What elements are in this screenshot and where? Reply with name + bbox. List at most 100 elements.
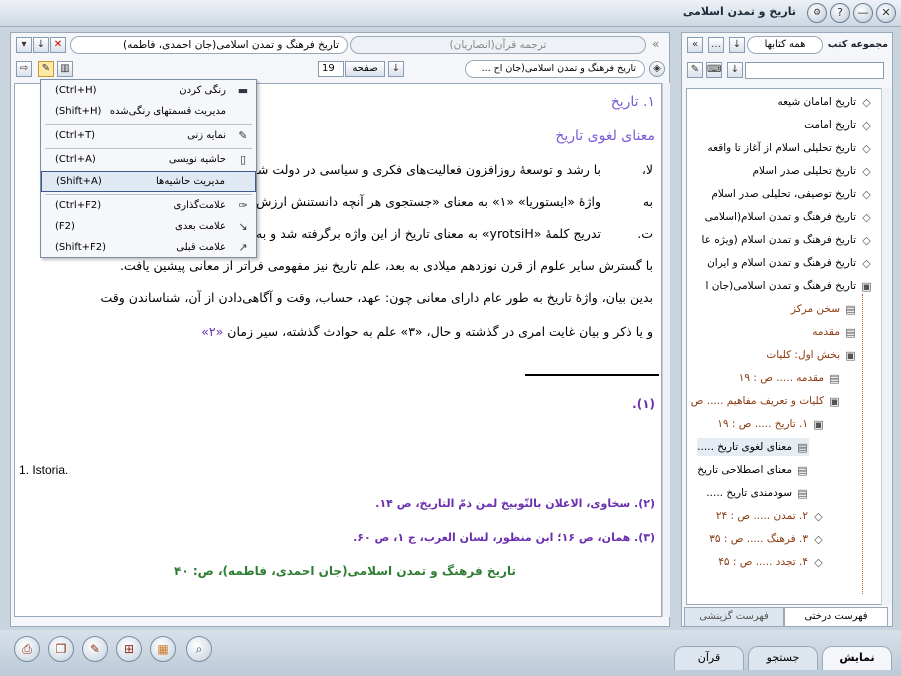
layout-icon[interactable]: ▥ <box>57 61 73 77</box>
menu-down-icon[interactable]: ▾ <box>16 37 32 53</box>
tree-item-selected[interactable]: ▤معنای لغوی تاریخ ..... <box>697 438 809 456</box>
book-icon: ◇ <box>862 141 871 155</box>
tree-item[interactable]: ◇تاریخ تحلیلی صدر اسلام <box>753 162 873 180</box>
menu-item-next-bookmark[interactable]: ↘ علامت بعدی (F2) <box>41 217 256 238</box>
heading-history: ۱. تاریخ <box>610 94 655 110</box>
help-icon[interactable]: ? <box>830 3 850 23</box>
settings-icon[interactable]: ⚙ <box>807 3 827 23</box>
footnote-3: (۳). همان، ص ۱۶؛ ابن منظور، لسان العرب، … <box>353 531 655 544</box>
tree-item[interactable]: ◇تاریخ امامت <box>804 116 873 134</box>
footnote-ref-2[interactable]: «۲» <box>201 324 223 339</box>
tree-item[interactable]: ◇تاریخ فرهنگ و تمدن اسلام(اسلامی <box>705 208 873 226</box>
menu-separator <box>45 194 252 195</box>
tree-item[interactable]: ◇تاریخ تحلیلی اسلام از آغاز تا واقعه <box>708 139 873 157</box>
annotation-context-menu: ▬ رنگی کردن (Ctrl+H) مدیریت قسمتهای رنگی… <box>40 79 257 258</box>
menu-item-bookmark[interactable]: ✑ علامت‌گذاری (Ctrl+F2) <box>41 196 256 217</box>
footnote-divider <box>525 374 659 376</box>
tree-item[interactable]: ▤معنای اصطلاحی تاریخ <box>697 461 809 479</box>
tree-item[interactable]: ◇تاریخ توصیفی، تحلیلی صدر اسلام <box>711 185 873 203</box>
window-title: تاریخ و تمدن اسلامی <box>682 5 796 18</box>
close-tab-icon[interactable]: ✕ <box>50 37 66 53</box>
tree-item[interactable]: ▤مقدمه ..... ص : ۱۹ <box>739 369 841 387</box>
tab-quran-translation[interactable]: ترجمه قرآن(انصاریان) <box>350 36 646 54</box>
tree-item[interactable]: ◇تاریخ فرهنگ و تمدن اسلام (ویژه عا <box>702 231 873 249</box>
keyboard-icon[interactable]: ⌨ <box>706 62 722 78</box>
arrow-right-icon[interactable]: ⇨ <box>16 61 32 77</box>
heading-lexical-meaning: معنای لغوی تاریخ <box>555 128 655 144</box>
tree-item[interactable]: ▤سودمندی تاریخ ..... <box>706 484 809 502</box>
book-icon: ◇ <box>862 95 871 109</box>
footnote-2: (۲). سخاوی، الاعلان بالتّوبیخ لمن ذمّ ال… <box>375 497 655 510</box>
down-icon[interactable]: ↓ <box>729 37 745 53</box>
edit-icon[interactable]: ✎ <box>82 636 108 662</box>
split-view-icon[interactable]: ▦ <box>150 636 176 662</box>
search-icon[interactable]: ⌕ <box>186 636 212 662</box>
tools-icon[interactable]: ✎ <box>38 61 54 77</box>
open-book-icon: ▣ <box>861 279 872 293</box>
text-line-6: و یا ذکر و بیان غایت امری در گذشته و حال… <box>227 324 653 339</box>
tab-display[interactable]: نمایش <box>822 646 892 670</box>
page-icon: ▤ <box>845 325 856 339</box>
open-book-icon: ▣ <box>845 348 856 362</box>
tab-active-book[interactable]: تاریخ فرهنگ و تمدن اسلامی(جان احمدی، فاط… <box>70 36 348 54</box>
content-scrollbar[interactable] <box>662 83 670 617</box>
footnote-latin: 1. Istoria. <box>19 463 69 477</box>
tree-item[interactable]: ◇تاریخ امامان شیعه <box>777 93 873 111</box>
scroll-left-icon[interactable]: « <box>687 37 703 53</box>
page-down-icon[interactable]: ↓ <box>388 61 404 77</box>
more-icon[interactable]: … <box>708 37 724 53</box>
open-book-icon: ▣ <box>829 394 840 408</box>
open-book-icon: ▣ <box>813 417 824 431</box>
tab-tree-index[interactable]: فهرست درختی <box>784 607 888 627</box>
scroll-tabs-icon[interactable]: « <box>652 37 666 53</box>
arrow-down-icon[interactable]: ↓ <box>33 37 49 53</box>
side-search-input[interactable] <box>745 62 884 79</box>
page-number-input[interactable]: 19 <box>318 61 344 77</box>
side-panel-header: مجموعه کتب <box>827 39 888 50</box>
text-line-4: با گسترش سایر علوم از قرن نوزدهم میلادی … <box>119 258 653 273</box>
book-icon: ◇ <box>862 256 871 270</box>
menu-item-indexing[interactable]: ✎ نمایه زنی (Ctrl+T) <box>41 126 256 147</box>
tree-item[interactable]: ◇۳. فرهنگ ..... ص : ۳۵ <box>709 530 825 548</box>
tab-search[interactable]: جستجو <box>748 646 818 670</box>
copy-icon[interactable]: ❐ <box>48 636 74 662</box>
minimize-icon[interactable]: — <box>853 3 873 23</box>
search-down-icon[interactable]: ↓ <box>727 62 743 78</box>
title-bar: ✕ — ? ⚙ تاریخ و تمدن اسلامی <box>0 0 901 27</box>
book-icon: ◇ <box>814 532 823 546</box>
tools-side-icon[interactable]: ✎ <box>687 62 703 78</box>
tree-item[interactable]: ◇۲. تمدن ..... ص : ۲۴ <box>716 507 825 525</box>
tree-scrollbar[interactable] <box>881 88 891 605</box>
close-icon[interactable]: ✕ <box>876 3 896 23</box>
tree-guide-line <box>862 294 863 594</box>
book-icon: ◇ <box>814 509 823 523</box>
book-icon: ◇ <box>862 233 871 247</box>
tree-item[interactable]: ◇۴. تجدد ..... ص : ۴۵ <box>718 553 825 571</box>
tree-item-open-book[interactable]: ▣تاریخ فرهنگ و تمدن اسلامی(جان ا <box>705 277 873 295</box>
tree-item[interactable]: ▤مقدمه <box>812 323 857 341</box>
tree-item[interactable]: ▣بخش اول: کلیات <box>766 346 857 364</box>
index-icon: ✎ <box>238 129 248 142</box>
tag-icon[interactable]: ◈ <box>649 61 665 77</box>
tree-item[interactable]: ▣کلیات و تعریف مفاهیم ..... ص : ۱۹ <box>687 392 841 410</box>
tab-quran[interactable]: قرآن <box>674 646 744 670</box>
tree-item[interactable]: ◇تاریخ فرهنگ و تمدن اسلام و ایران <box>707 254 873 272</box>
tree-item[interactable]: ▤سخن مرکز <box>791 300 857 318</box>
menu-item-manage-highlights[interactable]: مدیریت قسمتهای رنگی‌شده (Shift+H) <box>41 102 256 123</box>
book-select[interactable]: تاریخ فرهنگ و تمدن اسلامی(جان اح ... <box>465 60 645 78</box>
menu-item-prev-bookmark[interactable]: ↗ علامت قبلی (Shift+F2) <box>41 238 256 259</box>
highlight-icon: ▬ <box>237 84 249 97</box>
menu-item-manage-annotations[interactable]: مدیریت حاشیه‌ها (Shift+A) <box>41 171 256 192</box>
add-page-icon[interactable]: ⊞ <box>116 636 142 662</box>
book-collection-dropdown[interactable]: همه کتابها <box>747 36 823 54</box>
tab-selective-index[interactable]: فهرست گزینشی <box>684 607 784 627</box>
footnote-1-mark: (۱). <box>632 397 655 411</box>
tree-item[interactable]: ▣۱. تاریخ ..... ص : ۱۹ <box>717 415 825 433</box>
next-bookmark-icon: ↘ <box>238 220 248 233</box>
text-line-3: تدریج کلمهٔ «yrotsiH» به معنای تاریخ از … <box>235 226 601 241</box>
print-icon[interactable]: ⎙ <box>14 636 40 662</box>
text-line-2: واژهٔ «ایستوریا» «۱» به معنای «جستجوی هر… <box>256 194 601 209</box>
menu-item-annotate[interactable]: ▯ حاشیه نویسی (Ctrl+A) <box>41 150 256 171</box>
page-footer: تاریخ فرهنگ و تمدن اسلامی(جان احمدی، فاط… <box>174 564 516 578</box>
menu-item-highlight[interactable]: ▬ رنگی کردن (Ctrl+H) <box>41 81 256 102</box>
